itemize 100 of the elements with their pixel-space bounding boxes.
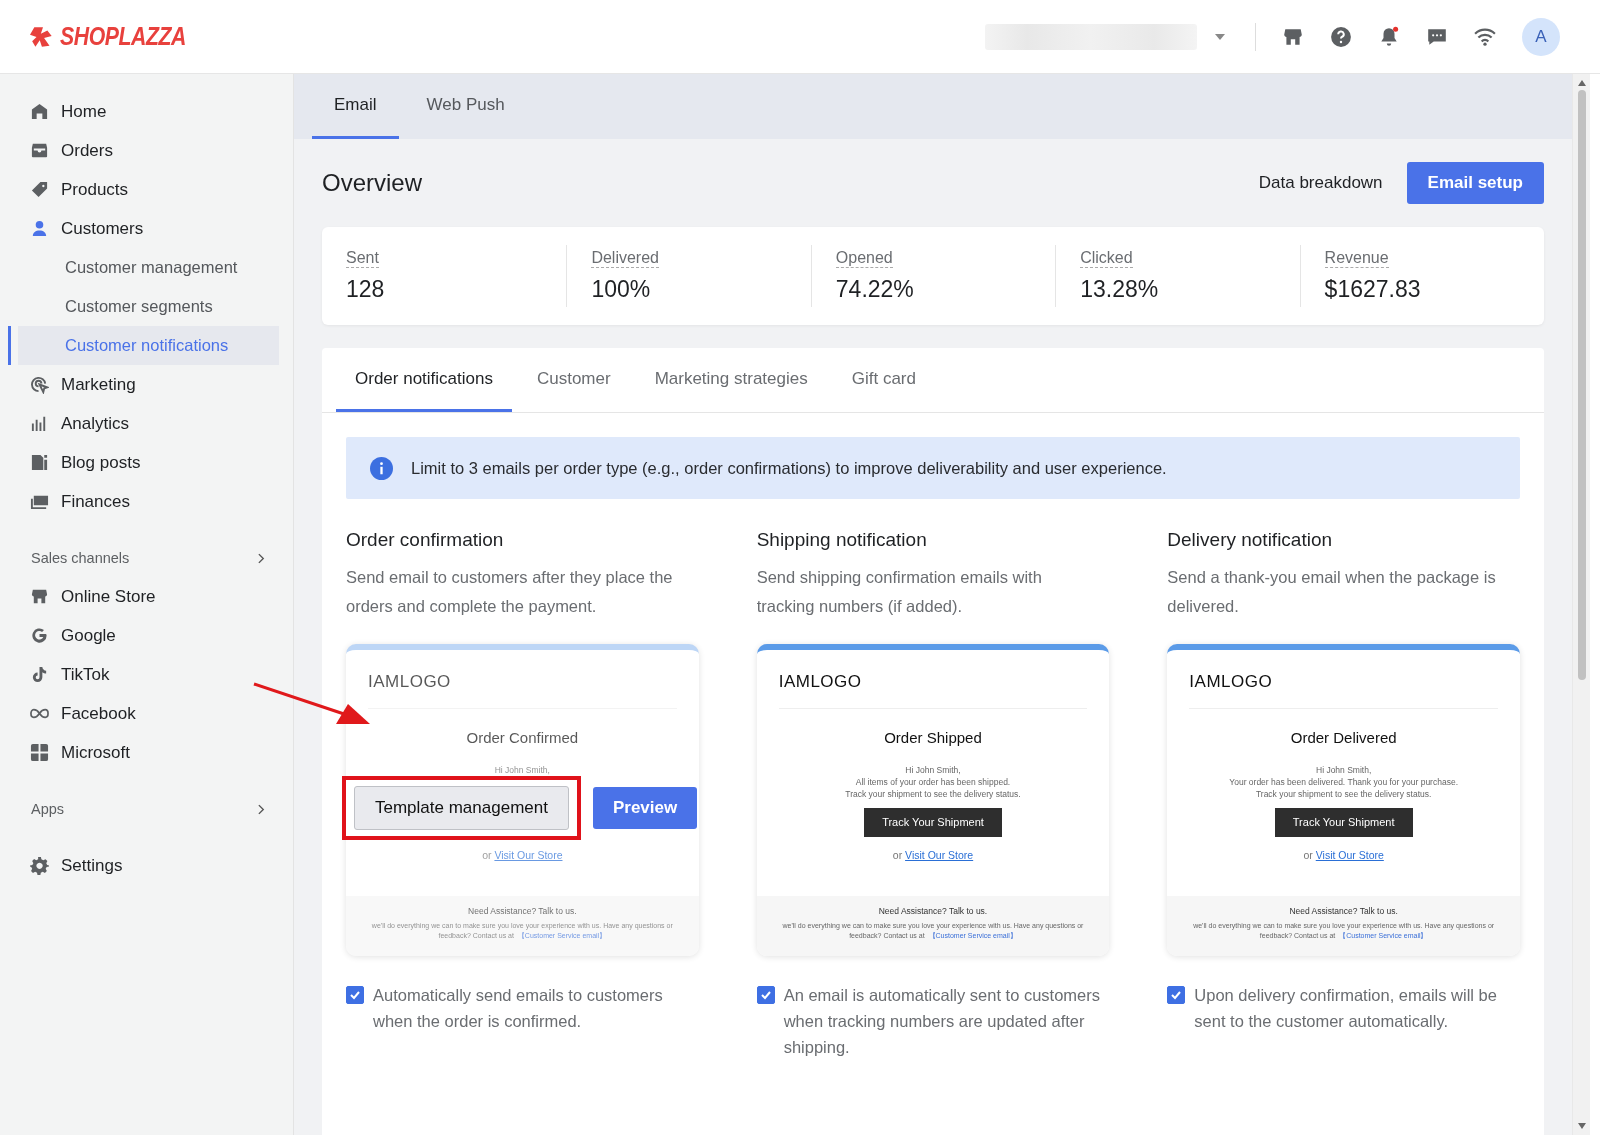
nav-item[interactable]: Settings <box>0 846 279 885</box>
nav-item[interactable]: Analytics <box>0 404 279 443</box>
inbox-icon <box>30 141 49 160</box>
section-heading: Apps <box>31 801 65 817</box>
preview-button[interactable]: Preview <box>592 787 698 829</box>
stat-value: 13.28% <box>1080 276 1159 303</box>
template-title: Delivery notification <box>1167 528 1334 552</box>
help-icon[interactable] <box>1330 25 1352 48</box>
scroll-thumb[interactable] <box>1577 90 1586 680</box>
chevron-right-icon[interactable] <box>258 803 265 815</box>
nav-item[interactable]: Marketing <box>0 365 279 404</box>
caret-icon[interactable] <box>1215 33 1225 40</box>
email-footer-title: Need Assistance? Talk to us. <box>1288 906 1399 916</box>
stat-label[interactable]: Opened <box>835 249 893 268</box>
template-title: Order confirmation <box>346 528 505 552</box>
email-heading: Order Confirmed <box>466 729 579 746</box>
email-footer-title: Need Assistance? Talk to us. <box>877 906 989 916</box>
email-preview-card[interactable] <box>1167 644 1520 956</box>
email-logo: IAMLOGO <box>368 650 677 709</box>
template-management-button[interactable]: Template management <box>354 786 569 830</box>
home-icon <box>30 102 49 121</box>
nav-item[interactable]: Microsoft <box>0 733 279 772</box>
email-link: Visit Our Store <box>905 849 974 861</box>
document-icon <box>30 453 49 472</box>
tag-icon <box>30 180 49 199</box>
notification-tab[interactable]: Marketing strategies <box>635 348 827 412</box>
checkbox[interactable] <box>1167 986 1186 1004</box>
page-tab[interactable]: Web Push <box>404 74 527 139</box>
nav-item[interactable]: Customers <box>0 209 279 248</box>
email-preview-card[interactable] <box>756 644 1110 956</box>
nav-item[interactable]: Blog posts <box>0 443 279 482</box>
email-action-button: Track Your Shipment <box>1274 808 1413 837</box>
nav-subitem[interactable]: Customer segments <box>8 287 279 326</box>
email-text: or <box>892 849 903 861</box>
email-text: Your order has been delivered. Thank you for your purchase. <box>1229 776 1458 788</box>
email-link: Visit Our Store <box>494 849 563 861</box>
section-heading: Sales channels <box>31 550 130 566</box>
email-text: or <box>482 849 492 861</box>
stat-value: 74.22% <box>835 276 914 303</box>
page-title: Overview <box>322 169 423 197</box>
email-text: Track your shipment to see the delivery status. <box>845 788 1021 800</box>
scrollbar[interactable] <box>1572 74 1590 1135</box>
stat-label[interactable]: Delivered <box>591 249 659 268</box>
nav-subitem[interactable]: Customer management <box>8 248 279 287</box>
email-text: Track your shipment to see the delivery status. <box>1254 788 1433 800</box>
email-text: or <box>1303 849 1313 861</box>
nav-item[interactable]: Facebook <box>0 694 279 733</box>
data-breakdown-link[interactable]: Data breakdown <box>1258 173 1383 193</box>
email-heading: Order Delivered <box>1290 729 1397 746</box>
email-logo: IAMLOGO <box>1189 650 1498 709</box>
notification-tab[interactable]: Order notifications <box>336 348 512 412</box>
music-note-icon <box>30 665 49 684</box>
checkbox[interactable] <box>346 986 364 1004</box>
stat-label[interactable]: Revenue <box>1324 249 1389 268</box>
nav-subitem[interactable]: Customer notifications <box>8 326 279 365</box>
email-logo: IAMLOGO <box>778 650 1088 709</box>
notification-tab[interactable]: Customer <box>517 348 630 412</box>
email-text: Hi John Smith, <box>1315 764 1373 776</box>
email-link: Visit Our Store <box>1315 849 1384 861</box>
email-text: All items of your order has been shipped. <box>854 776 1012 788</box>
nav-item[interactable]: Online Store <box>0 577 279 616</box>
notification-tab[interactable]: Gift card <box>832 348 935 412</box>
email-setup-button[interactable]: Email setup <box>1406 162 1544 204</box>
checkmark-icon <box>1170 989 1183 1001</box>
grid-icon <box>30 743 49 762</box>
nav-item[interactable]: Orders <box>0 131 279 170</box>
email-text: Hi John Smith, <box>494 764 550 776</box>
stat-label[interactable]: Clicked <box>1080 249 1133 268</box>
nav-item[interactable]: Home <box>0 92 279 131</box>
email-action-button: Track Your Shipment <box>864 808 1002 837</box>
nav-item[interactable]: TikTok <box>0 655 279 694</box>
g-letter-icon <box>30 626 49 645</box>
checkbox-label: Automatically send emails to customers when the order is confirmed. <box>373 985 664 1032</box>
scroll-up-icon[interactable] <box>1577 80 1586 86</box>
scroll-down-icon[interactable] <box>1577 1123 1586 1129</box>
email-footer-title: Need Assistance? Talk to us. <box>467 906 578 916</box>
email-heading: Order Shipped <box>884 729 982 746</box>
checkbox[interactable] <box>756 986 775 1004</box>
user-avatar[interactable]: A <box>1522 17 1560 56</box>
nav-item[interactable]: Products <box>0 170 279 209</box>
stat-value: 128 <box>346 276 385 303</box>
brand-name: SHOPLAZZA <box>60 22 187 51</box>
checkbox-label: Upon delivery confirmation, emails will be sent to the customer automatically. <box>1194 985 1498 1032</box>
info-icon <box>370 456 393 480</box>
cursor-icon <box>30 375 49 394</box>
nav-item[interactable]: Finances <box>0 482 279 521</box>
banner-text: Limit to 3 emails per order type (e.g., order confirmations) to improve deliverability and user experience. <box>411 458 1167 478</box>
email-text: Hi John Smith, <box>904 764 962 776</box>
template-title: Shipping notification <box>756 528 928 552</box>
stat-value: $1627.83 <box>1324 276 1421 303</box>
stat-value: 100% <box>591 276 651 303</box>
nav-item[interactable]: Google <box>0 616 279 655</box>
checkbox-label: An email is automatically sent to customers when tracking numbers are updated after shipping. <box>783 985 1102 1058</box>
template-description: Send shipping confirmation emails with tracking numbers (if added). <box>756 567 1043 617</box>
settings-icon <box>30 856 49 875</box>
stat-label[interactable]: Sent <box>346 249 379 268</box>
template-description: Send a thank-you email when the package is delivered. <box>1167 567 1497 617</box>
chevron-right-icon[interactable] <box>258 552 265 564</box>
checkmark-icon <box>349 989 361 1001</box>
template-description: Send email to customers after they place the orders and complete the payment. <box>346 567 674 617</box>
